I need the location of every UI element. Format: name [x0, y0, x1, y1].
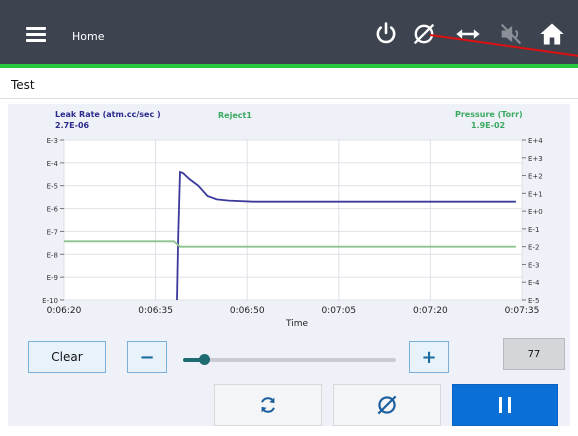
reject-button[interactable]: [333, 384, 441, 426]
swap-horizontal-icon[interactable]: [454, 20, 482, 48]
status-bar-accent: [0, 64, 578, 68]
right-tick-label: E+2: [528, 173, 543, 181]
x-tick-label: 0:07:35: [505, 306, 540, 316]
right-tick-label: E-2: [528, 244, 539, 252]
x-tick-label: 0:06:50: [230, 306, 265, 316]
zoom-in-button[interactable]: +: [409, 341, 449, 373]
trend-chart: 0:06:20 0:06:35 0:06:50 0:07:05 0:07:20 0:07:…: [42, 137, 543, 329]
clear-button[interactable]: Clear: [28, 341, 106, 373]
left-tick-label: E-8: [47, 251, 58, 259]
plot-area: [63, 139, 523, 301]
divider: [0, 98, 578, 99]
pause-button[interactable]: [452, 384, 558, 426]
right-tick-label: E-1: [528, 226, 539, 234]
value-display: 77: [503, 338, 565, 370]
x-tick-label: 0:07:20: [413, 306, 448, 316]
left-tick-label: E-5: [47, 183, 58, 191]
left-tick-label: E-10: [42, 297, 58, 305]
time-slider[interactable]: [183, 354, 396, 365]
refresh-button[interactable]: [214, 384, 322, 426]
right-tick-label: E+0: [528, 208, 543, 216]
chart-panel: Leak Rate (atm.cc/sec ) 2.7E-06 Reject1 …: [8, 104, 570, 426]
left-tick-label: E-7: [47, 228, 58, 236]
menu-icon[interactable]: [26, 27, 46, 42]
pause-icon: [499, 397, 511, 413]
right-tick-label: E-4: [528, 279, 540, 287]
x-tick-label: 0:06:20: [47, 306, 82, 316]
left-tick-label: E-9: [47, 274, 58, 282]
section-title: Test: [11, 78, 35, 92]
zoom-out-button[interactable]: −: [127, 341, 167, 373]
right-tick-label: E+3: [528, 155, 543, 163]
right-tick-label: E-5: [528, 297, 539, 305]
refresh-icon: [261, 397, 275, 413]
home-icon[interactable]: [538, 20, 566, 48]
right-tick-label: E+1: [528, 190, 543, 198]
left-tick-label: E-6: [47, 206, 59, 214]
left-tick-label: E-3: [47, 137, 58, 145]
right-tick-label: E-3: [528, 261, 539, 269]
power-icon[interactable]: [372, 20, 400, 48]
x-tick-label: 0:07:05: [321, 306, 356, 316]
top-bar: Home: [0, 0, 578, 64]
x-tick-label: 0:06:35: [138, 306, 173, 316]
right-tick-label: E+4: [528, 137, 543, 145]
left-tick-label: E-4: [47, 160, 59, 168]
reject-icon: [377, 395, 397, 415]
x-axis-label: Time: [285, 319, 308, 329]
header-title: Home: [72, 30, 105, 43]
